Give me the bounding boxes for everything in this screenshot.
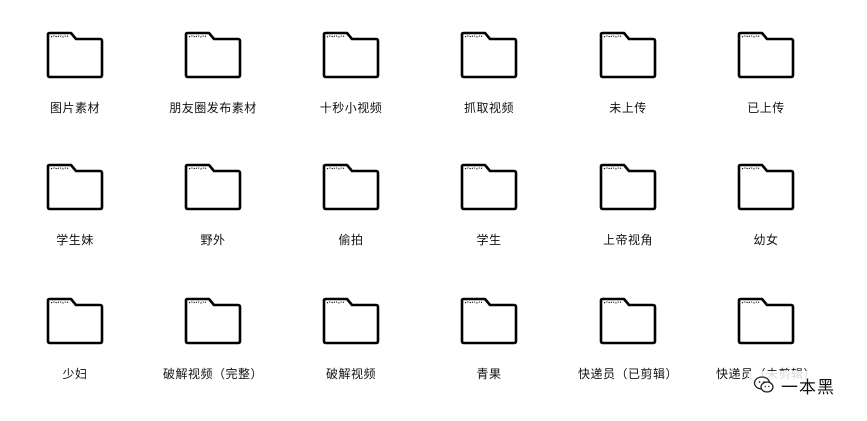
folder-icon [598, 28, 658, 80]
folder-icon [598, 294, 658, 346]
folder-item[interactable]: 上帝视角 [568, 160, 688, 270]
folder-icon [459, 160, 519, 212]
folder-item[interactable]: 幼女 [706, 160, 826, 270]
folder-label: 十秒小视频 [319, 101, 383, 115]
folder-label: 学生妹 [56, 233, 94, 247]
folder-grid: 图片素材 朋友圈发布素材 十秒小视频 抓取视频 未上传 已上传学生妹 野外 偷拍 学生 上帝视角 幼… [0, 0, 867, 421]
folder-icon [45, 160, 105, 212]
folder-label: 抓取视频 [463, 101, 514, 115]
folder-item[interactable]: 抓取视频 [429, 28, 549, 138]
wechat-logo-icon [753, 376, 774, 393]
folder-icon [736, 28, 796, 80]
folder-icon [736, 294, 796, 346]
folder-label: 青果 [476, 367, 502, 381]
folder-icon [45, 294, 105, 346]
folder-item[interactable]: 十秒小视频 [291, 28, 411, 138]
folder-item[interactable]: 学生 [429, 160, 549, 270]
watermark: 一本黑 [749, 371, 839, 399]
folder-icon [736, 160, 796, 212]
folder-label: 野外 [200, 233, 226, 247]
folder-item[interactable]: 已上传 [706, 28, 826, 138]
folder-label: 破解视频（完整） [162, 367, 263, 381]
folder-icon [321, 28, 381, 80]
folder-label: 学生 [476, 233, 502, 247]
folder-label: 破解视频 [325, 367, 376, 381]
folder-item[interactable]: 未上传 [568, 28, 688, 138]
folder-icon [321, 294, 381, 346]
folder-item[interactable]: 青果 [429, 294, 549, 404]
folder-item[interactable]: 偷拍 [291, 160, 411, 270]
folder-label: 未上传 [609, 101, 647, 115]
folder-label: 少妇 [62, 367, 88, 381]
watermark-text: 一本黑 [781, 377, 835, 398]
folder-icon [45, 28, 105, 80]
folder-item[interactable]: 朋友圈发布素材 [153, 28, 273, 138]
folder-icon [321, 160, 381, 212]
folder-icon [183, 28, 243, 80]
folder-item[interactable]: 破解视频 [291, 294, 411, 404]
folder-label: 已上传 [747, 101, 785, 115]
folder-label: 偷拍 [338, 233, 364, 247]
folder-label: 图片素材 [49, 101, 100, 115]
folder-item[interactable]: 快递员（已剪辑） [568, 294, 688, 404]
folder-item[interactable]: 少妇 [15, 294, 135, 404]
folder-item[interactable]: 野外 [153, 160, 273, 270]
folder-item[interactable]: 破解视频（完整） [153, 294, 273, 404]
folder-label: 上帝视角 [602, 233, 653, 247]
folder-icon [598, 160, 658, 212]
folder-label: 朋友圈发布素材 [169, 101, 257, 115]
folder-label: 幼女 [753, 233, 779, 247]
folder-label: 快递员（已剪辑） [577, 367, 678, 381]
folder-item[interactable]: 学生妹 [15, 160, 135, 270]
folder-icon [183, 160, 243, 212]
folder-item[interactable]: 图片素材 [15, 28, 135, 138]
folder-icon [459, 294, 519, 346]
folder-icon [183, 294, 243, 346]
folder-icon [459, 28, 519, 80]
